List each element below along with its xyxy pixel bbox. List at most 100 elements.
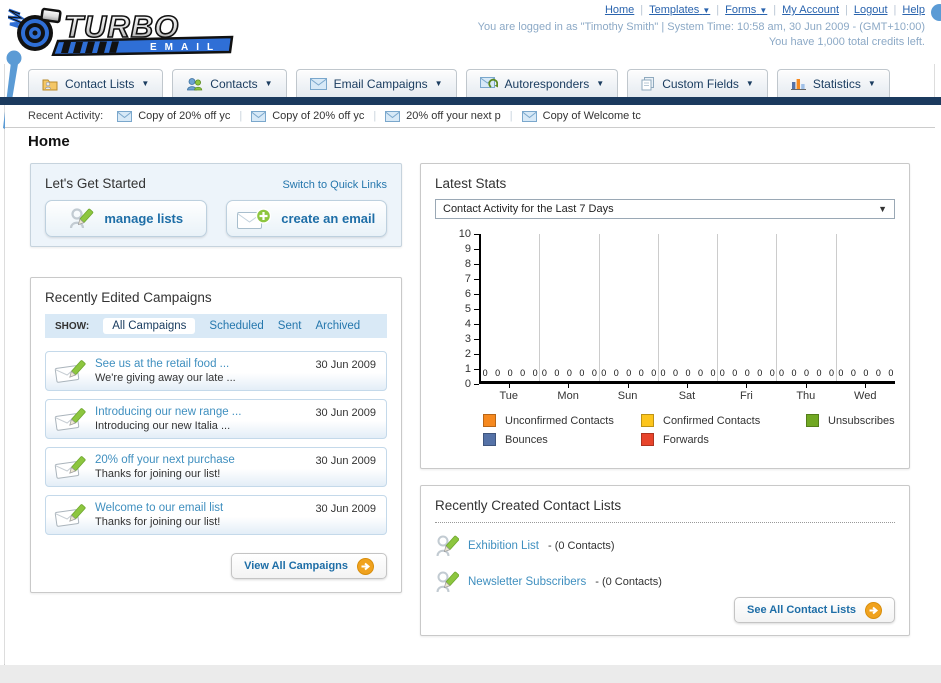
filter-all-campaigns[interactable]: All Campaigns [103, 318, 196, 334]
chart-plot: 0 0 0 0 00 0 0 0 00 0 0 0 00 0 0 0 00 0 … [479, 234, 895, 384]
contact-list-name-link[interactable]: Exhibition List [468, 540, 539, 552]
recent-activity-item[interactable]: 20% off your next p [385, 110, 501, 122]
recent-activity-text: Copy of 20% off yc [272, 110, 365, 122]
y-axis-labels: 10 9 8 7 6 5 4 3 2 1 0 [435, 228, 479, 390]
switch-to-quick-links[interactable]: Switch to Quick Links [282, 179, 387, 191]
legend-label: Unsubscribes [828, 414, 895, 427]
see-all-contact-lists-button[interactable]: See All Contact Lists [733, 597, 895, 623]
nav-my-account-link[interactable]: My Account [782, 4, 839, 16]
credits-info-text: You have 1,000 total credits left. [768, 36, 925, 48]
main-content: Home Let's Get Started Switch to Quick L… [5, 128, 935, 665]
nav-templates-link[interactable]: Templates ▼ [649, 4, 710, 16]
legend-swatch [483, 433, 496, 446]
campaign-subtitle: Introducing our new Italia ... [95, 420, 231, 432]
nav-logout-link[interactable]: Logout [854, 4, 888, 16]
envelope-pencil-icon [54, 455, 86, 479]
campaign-text: Introducing our new range ... Introducin… [95, 406, 241, 432]
separator: | [373, 110, 377, 122]
stats-period-select[interactable]: Contact Activity for the Last 7 Days ▼ [435, 199, 895, 219]
legend-swatch [641, 433, 654, 446]
create-email-button[interactable]: create an email [225, 200, 387, 237]
legend-swatch [483, 414, 496, 427]
separator: | [716, 4, 720, 16]
stats-panel-title: Latest Stats [435, 176, 507, 191]
tab-contact-lists[interactable]: Contact Lists ▼ [28, 69, 164, 97]
contact-list-detail: - (0 Contacts) [595, 576, 662, 588]
x-tick-label: Sun [598, 384, 657, 404]
chevron-down-icon: ▼ [596, 79, 605, 88]
chevron-down-icon: ▼ [141, 79, 150, 88]
see-all-contact-lists-label: See All Contact Lists [746, 604, 856, 616]
envelope-icon [521, 110, 537, 122]
x-tick-label: Mon [538, 384, 597, 404]
campaign-title-link[interactable]: Welcome to our email list [95, 502, 223, 514]
chart-day-group: 0 0 0 0 0 [718, 234, 778, 381]
campaign-list-item: Welcome to our email list Thanks for joi… [45, 495, 387, 535]
y-tick: 4 [465, 318, 479, 330]
tab-label: Custom Fields [662, 76, 739, 91]
separator: | [239, 110, 243, 122]
autoresponder-icon [479, 77, 498, 88]
recent-activity-item[interactable]: Copy of 20% off yc [251, 110, 364, 122]
contact-list-name-link[interactable]: Newsletter Subscribers [468, 576, 586, 588]
contact-list-detail: - (0 Contacts) [547, 540, 615, 552]
y-tick: 8 [465, 258, 479, 270]
stats-period-selected-value: Contact Activity for the Last 7 Days [443, 203, 614, 215]
tab-custom-fields[interactable]: Custom Fields ▼ [627, 69, 768, 97]
tab-email-campaigns[interactable]: Email Campaigns ▼ [295, 69, 457, 97]
tab-label: Contact Lists [65, 76, 135, 91]
envelope-pencil-icon [54, 359, 86, 383]
campaign-title-link[interactable]: Introducing our new range ... [95, 406, 241, 418]
chart-legend: Unconfirmed Contacts Confirmed Contacts Un… [483, 414, 895, 446]
chart-day-group: 0 0 0 0 0 [837, 234, 895, 381]
y-tick: 9 [465, 243, 479, 255]
nav-help-link[interactable]: Help [902, 4, 925, 16]
filter-sent[interactable]: Sent [278, 320, 302, 332]
recent-activity-item[interactable]: Copy of 20% off yc [117, 110, 230, 122]
legend-swatch [806, 414, 819, 427]
legend-item: Unsubscribes [806, 414, 895, 427]
chart-value-labels: 0 0 0 0 0 [601, 368, 657, 378]
y-tick: 6 [465, 288, 479, 300]
tab-autoresponders[interactable]: Autoresponders ▼ [465, 69, 619, 97]
envelope-icon [385, 110, 401, 122]
tab-label: Autoresponders [504, 76, 590, 91]
campaign-title-link[interactable]: 20% off your next purchase [95, 454, 235, 466]
tab-contacts[interactable]: Contacts ▼ [172, 69, 287, 97]
y-tick: 10 [459, 228, 479, 240]
campaign-filter-bar: SHOW: All Campaigns Scheduled Sent Archi… [45, 314, 387, 338]
chart-day-group: 0 0 0 0 0 [659, 234, 719, 381]
recent-activity-text: 20% off your next p [406, 110, 501, 122]
y-tick: 0 [465, 378, 479, 390]
recently-edited-campaigns-panel: Recently Edited Campaigns SHOW: All Camp… [30, 277, 402, 593]
nav-home-link[interactable]: Home [605, 4, 634, 16]
recent-activity-item[interactable]: Copy of Welcome tc [521, 110, 641, 122]
envelope-plus-icon [237, 207, 272, 229]
separator: | [509, 110, 513, 122]
page-footer [0, 665, 941, 683]
filter-archived[interactable]: Archived [315, 320, 360, 332]
view-all-campaigns-button[interactable]: View All Campaigns [231, 553, 387, 579]
contact-lists-panel-title: Recently Created Contact Lists [435, 498, 895, 523]
turbo-email-logo: TURBO EMAIL [7, 4, 238, 61]
main-nav-tabs: Contact Lists ▼ Contacts ▼ Email Campaig… [0, 68, 941, 97]
recent-activity-text: Copy of Welcome tc [542, 110, 641, 122]
nav-forms-link[interactable]: Forms ▼ [725, 4, 767, 16]
person-pencil-icon [436, 571, 459, 593]
separator: | [640, 4, 644, 16]
campaign-text: Welcome to our email list Thanks for joi… [95, 502, 223, 528]
campaign-title-link[interactable]: See us at the retail food ... [95, 358, 236, 370]
filter-scheduled[interactable]: Scheduled [209, 320, 263, 332]
campaign-date: 30 Jun 2009 [315, 503, 376, 515]
legend-label: Forwards [663, 433, 709, 446]
legend-label: Unconfirmed Contacts [505, 414, 614, 427]
legend-item: Unconfirmed Contacts [483, 414, 641, 427]
manage-lists-button[interactable]: manage lists [45, 200, 207, 237]
svg-text:EMAIL: EMAIL [150, 42, 221, 53]
tab-statistics[interactable]: Statistics ▼ [776, 69, 890, 97]
top-nav-links: Home | Templates ▼ | Forms ▼ | My Account | Logo… [478, 4, 925, 17]
y-tick: 5 [465, 303, 479, 315]
legend-item: Confirmed Contacts [641, 414, 806, 427]
help-bubble-icon[interactable] [931, 4, 941, 21]
logo-graphic: TURBO EMAIL [7, 7, 234, 57]
